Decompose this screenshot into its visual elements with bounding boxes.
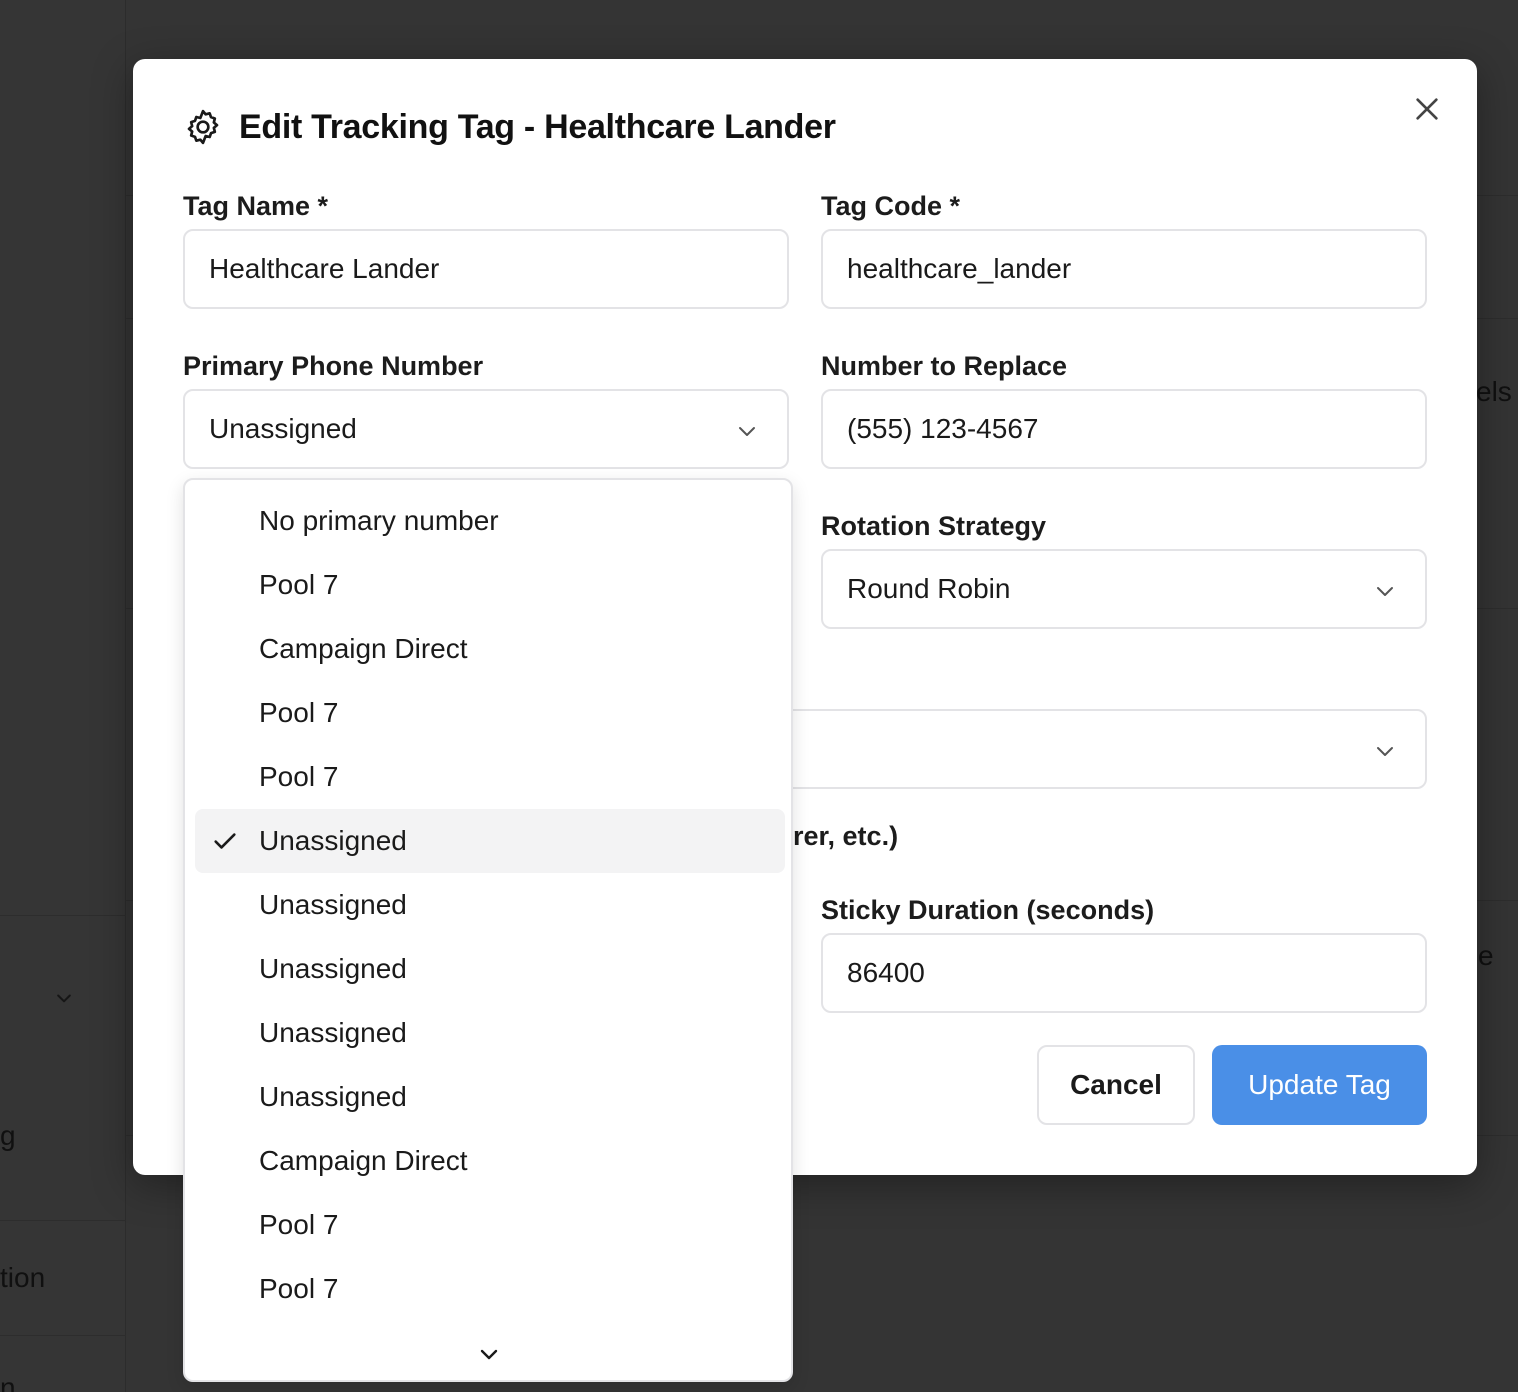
dropdown-option[interactable]: Unassigned — [195, 1065, 785, 1129]
background-text-fragment: tion — [0, 1262, 46, 1293]
dropdown-option[interactable]: Unassigned — [195, 937, 785, 1001]
dropdown-option[interactable]: Campaign Direct — [195, 617, 785, 681]
scroll-down-chevron-icon[interactable] — [477, 1342, 501, 1366]
tag-name-value: Healthcare Lander — [209, 253, 440, 284]
primary-phone-label: Primary Phone Number — [183, 351, 484, 381]
background-text-fragment: e — [1478, 940, 1494, 971]
background-divider — [0, 915, 126, 916]
dropdown-option[interactable]: No primary number — [195, 489, 785, 553]
sticky-duration-value: 86400 — [847, 957, 925, 988]
number-to-replace-input[interactable]: (555) 123-4567 — [821, 389, 1427, 469]
chevron-down-icon — [739, 427, 755, 436]
background-divider — [0, 1335, 126, 1336]
sticky-duration-input[interactable]: 86400 — [821, 933, 1427, 1013]
background-text-fragment: g — [0, 1120, 16, 1151]
modal-title: Edit Tracking Tag - Healthcare Lander — [239, 107, 836, 146]
dropdown-option[interactable]: Pool 7 — [195, 553, 785, 617]
dropdown-option-selected[interactable]: Unassigned — [195, 809, 785, 873]
cancel-button[interactable]: Cancel — [1037, 1045, 1195, 1125]
update-tag-button[interactable]: Update Tag — [1212, 1045, 1427, 1125]
dropdown-option[interactable]: Pool 7 — [195, 1193, 785, 1257]
close-icon[interactable] — [1411, 93, 1443, 125]
rotation-strategy-select[interactable]: Round Robin — [821, 549, 1427, 629]
tag-code-label: Tag Code * — [821, 191, 961, 221]
number-to-replace-label: Number to Replace — [821, 351, 1068, 381]
tag-name-input[interactable]: Healthcare Lander — [183, 229, 789, 309]
dropdown-option[interactable]: Unassigned — [195, 873, 785, 937]
modal-header: Edit Tracking Tag - Healthcare Lander — [183, 107, 836, 147]
check-icon — [214, 833, 236, 849]
chevron-down-icon — [57, 994, 71, 1003]
primary-phone-select[interactable]: Unassigned — [183, 389, 789, 469]
primary-phone-value: Unassigned — [209, 413, 357, 444]
rotation-strategy-label: Rotation Strategy — [821, 511, 1047, 541]
chevron-down-icon — [1377, 747, 1393, 756]
dropdown-option[interactable]: Pool 7 — [195, 681, 785, 745]
tag-code-input[interactable]: healthcare_lander — [821, 229, 1427, 309]
sticky-duration-label: Sticky Duration (seconds) — [821, 895, 1155, 925]
background-text-fragment: els — [1476, 376, 1512, 407]
background-divider — [0, 1220, 126, 1221]
tag-code-value: healthcare_lander — [847, 253, 1072, 284]
rotation-strategy-value: Round Robin — [847, 573, 1011, 604]
background-text-fragment: n — [0, 1372, 16, 1392]
chevron-down-icon — [1377, 587, 1393, 596]
dropdown-option[interactable]: Pool 7 — [195, 1257, 785, 1321]
background-sidebar — [0, 0, 126, 1392]
primary-phone-dropdown[interactable]: No primary number Pool 7 Campaign Direct… — [183, 478, 793, 1382]
dropdown-option[interactable]: Pool 7 — [195, 745, 785, 809]
dropdown-option[interactable]: Campaign Direct — [195, 1129, 785, 1193]
dropdown-option[interactable]: Unassigned — [195, 1001, 785, 1065]
gear-icon — [187, 109, 219, 145]
number-to-replace-value: (555) 123-4567 — [847, 413, 1039, 444]
help-text: rer, etc.) — [793, 821, 899, 851]
tag-name-label: Tag Name * — [183, 191, 329, 221]
dropdown-option-label: Unassigned — [259, 825, 407, 856]
